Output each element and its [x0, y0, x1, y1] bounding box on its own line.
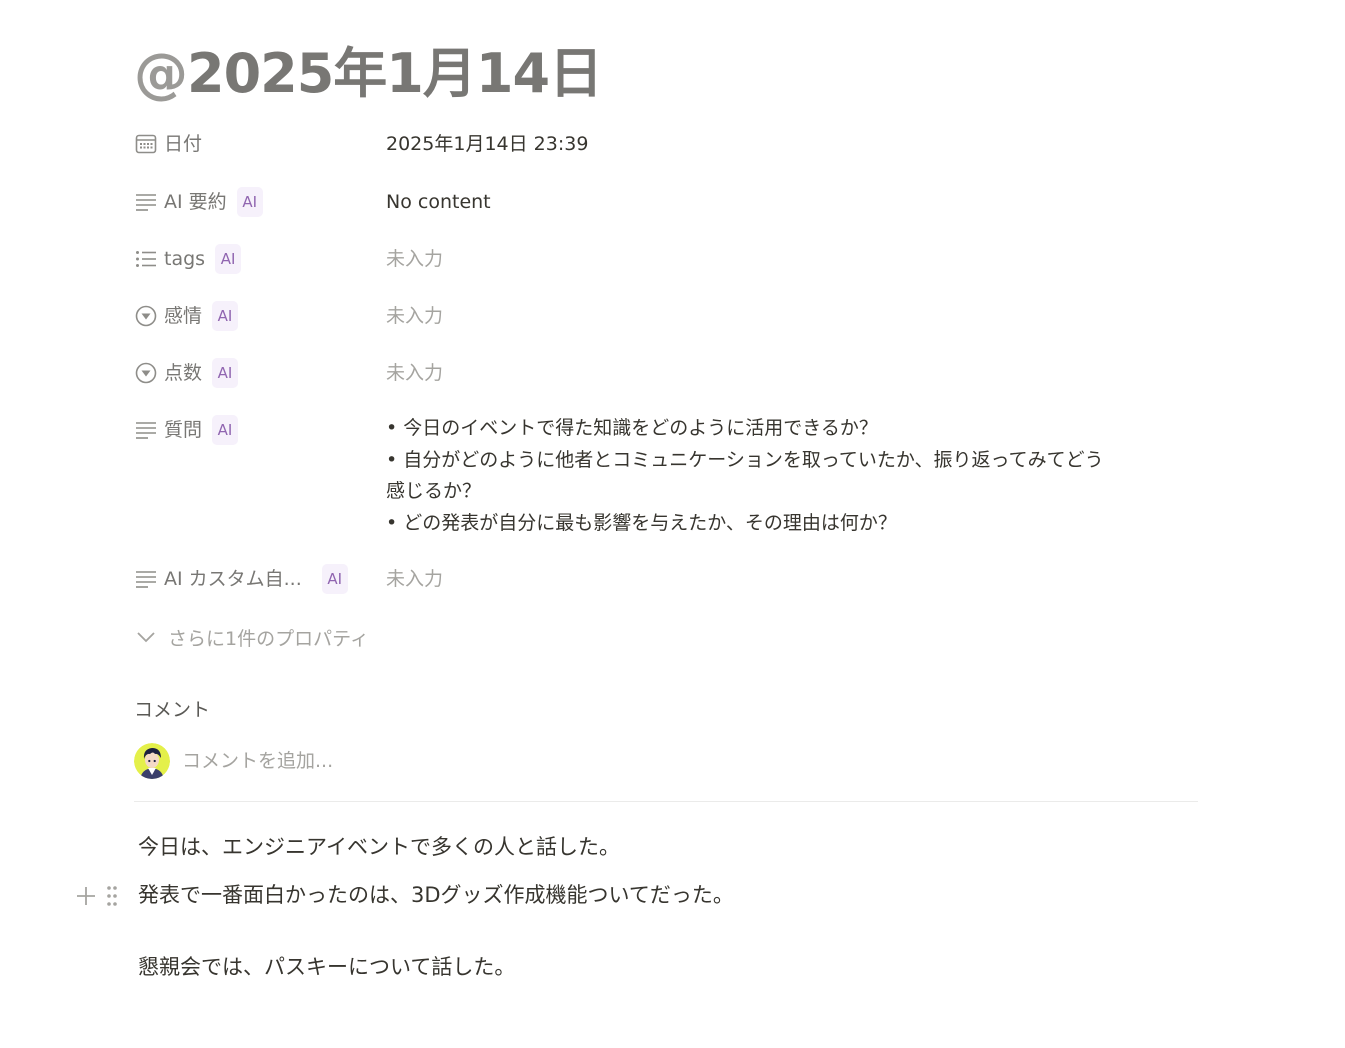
block-handles: [74, 880, 120, 912]
list-item: • どの発表が自分に最も影響を与えたか、その理由は何か？: [386, 511, 897, 534]
property-row-ai-summary: AI 要約 AI No content: [134, 185, 1198, 219]
property-label: tags: [164, 248, 206, 270]
property-value-ai-custom[interactable]: 未入力: [386, 562, 1198, 596]
comment-composer: [134, 742, 782, 780]
property-value-emotion[interactable]: 未入力: [386, 299, 1198, 333]
property-value-score[interactable]: 未入力: [386, 356, 1198, 390]
ai-badge: AI: [236, 187, 263, 217]
property-label: AI カスタム自...: [164, 568, 302, 590]
property-row-ai-custom: AI カスタム自... AI 未入力: [134, 562, 1198, 596]
text-block[interactable]: 今日は、エンジニアイベントで多くの人と話した。: [138, 830, 620, 864]
property-label: 日付: [164, 133, 203, 155]
page-title[interactable]: @2025年1月14日: [134, 38, 603, 110]
property-label: AI 要約: [164, 191, 227, 213]
comment-input[interactable]: [182, 750, 782, 772]
property-name-ai-summary[interactable]: AI 要約 AI: [134, 185, 386, 219]
property-name-questions[interactable]: 質問 AI: [134, 413, 386, 447]
ai-badge: AI: [321, 564, 348, 594]
select-circle-icon: [134, 361, 158, 385]
property-row-questions: 質問 AI • 今日のイベントで得た知識をどのように活用できるか？ • 自分がど…: [134, 413, 1198, 539]
property-row-date: 日付 2025年1月14日 23:39: [134, 127, 1198, 161]
list-icon: [134, 247, 158, 271]
more-properties-label: さらに1件のプロパティ: [168, 627, 369, 650]
comments-heading: コメント: [134, 699, 211, 721]
property-value-ai-summary[interactable]: No content: [386, 185, 1198, 219]
list-item: • 今日のイベントで得た知識をどのように活用できるか？: [386, 417, 878, 439]
property-name-ai-custom[interactable]: AI カスタム自... AI: [134, 562, 386, 596]
text-block[interactable]: 発表で一番面白かったのは、3Dグッズ作成機能ついてだった。: [138, 878, 734, 912]
text-lines-icon: [134, 567, 158, 591]
mention-at: @: [134, 42, 188, 105]
calendar-icon: [134, 132, 158, 156]
select-circle-icon: [134, 304, 158, 328]
property-value-date[interactable]: 2025年1月14日 23:39: [386, 127, 1198, 161]
list-item: • 自分がどのように他者とコミュニケーションを取っていたか、振り返ってみてどう: [386, 448, 1104, 471]
property-label: 質問: [164, 419, 203, 441]
ai-badge: AI: [212, 415, 239, 445]
chevron-down-icon: [134, 625, 158, 649]
add-block-icon[interactable]: [74, 884, 98, 908]
property-name-emotion[interactable]: 感情 AI: [134, 299, 386, 333]
ai-badge: AI: [212, 301, 239, 331]
property-value-tags[interactable]: 未入力: [386, 242, 1198, 276]
property-row-tags: tags AI 未入力: [134, 242, 1198, 276]
property-label: 感情: [164, 305, 203, 327]
avatar: [134, 743, 170, 779]
ai-badge: AI: [215, 244, 242, 274]
list-item: 感じるか？: [386, 480, 482, 502]
property-name-score[interactable]: 点数 AI: [134, 356, 386, 390]
property-row-emotion: 感情 AI 未入力: [134, 299, 1198, 333]
divider: [134, 801, 1198, 802]
property-name-tags[interactable]: tags AI: [134, 242, 386, 276]
questions-list: • 今日のイベントで得た知識をどのように活用できるか？ • 自分がどのように他者…: [386, 413, 1198, 539]
text-lines-icon: [134, 418, 158, 442]
page-title-text: 2025年1月14日: [187, 42, 603, 105]
property-label: 点数: [164, 362, 203, 384]
property-value-questions[interactable]: • 今日のイベントで得た知識をどのように活用できるか？ • 自分がどのように他者…: [386, 413, 1198, 539]
text-lines-icon: [134, 190, 158, 214]
property-row-score: 点数 AI 未入力: [134, 356, 1198, 390]
drag-handle-icon[interactable]: [104, 883, 120, 909]
more-properties-toggle[interactable]: さらに1件のプロパティ: [134, 620, 369, 654]
ai-badge: AI: [212, 358, 239, 388]
page: @2025年1月14日 日付 2025年1月14日 23:39 AI 要約 AI…: [0, 0, 1345, 1048]
text-block[interactable]: 懇親会では、パスキーについて話した。: [138, 950, 515, 984]
property-name-date[interactable]: 日付: [134, 127, 386, 161]
